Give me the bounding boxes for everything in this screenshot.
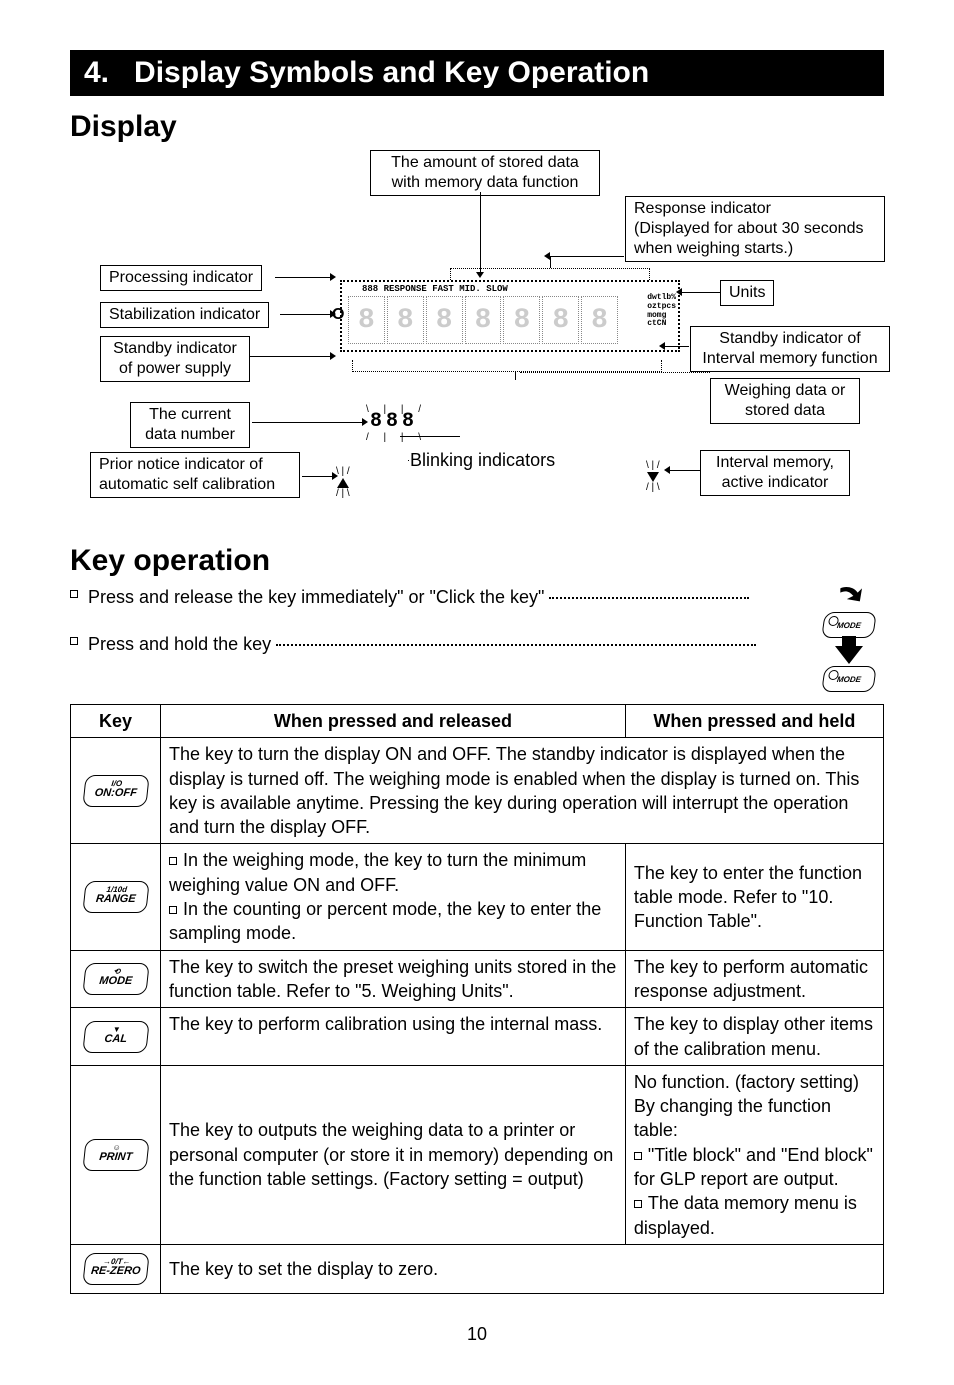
label-blinking: Blinking indicators [410,450,555,471]
keyop-press-release: Press and release the key immediately" o… [70,584,814,611]
table-row: →0/T← RE-ZERO The key to set the display… [71,1244,884,1293]
label-response-indicator: Response indicator (Displayed for about … [625,196,885,262]
table-row: 1/10d RANGE In the weighing mode, the ke… [71,844,884,950]
label-stabilization: Stabilization indicator [100,302,269,328]
th-key: Key [71,705,161,738]
label-prior-notice: Prior notice indicator of automatic self… [90,452,300,498]
mode-key-illustration: MODE MODE [814,584,884,692]
onoff-key-icon: I/O ON:OFF [82,775,149,807]
display-heading: Display [70,110,884,144]
cell-cal-held: The key to display other items of the ca… [625,1008,883,1066]
blinking-triangle-left: \ | / / | \ [336,468,350,498]
list-bullet-icon [634,1152,642,1160]
cell-print-pressed: The key to outputs the weighing data to … [161,1065,626,1244]
th-pressed: When pressed and released [161,705,626,738]
label-stored-data: The amount of stored data with memory da… [370,150,600,196]
section-title: Display Symbols and Key Operation [134,56,649,89]
cell-mode-held: The key to perform automatic response ad… [625,950,883,1008]
dotted-bracket [450,268,650,280]
label-standby-power: Standby indicator of power supply [100,336,250,382]
mode-button-icon: MODE [821,666,877,692]
cell-mode-pressed: The key to switch the preset weighing un… [161,950,626,1008]
table-row: I/O ON:OFF The key to turn the display O… [71,738,884,844]
cell-range-pressed: In the weighing mode, the key to turn th… [161,844,626,950]
table-row: ☺ PRINT The key to outputs the weighing … [71,1065,884,1244]
lcd-unit-labels: dwtlb% oztpcs momg ctCN [647,294,676,329]
section-banner: 4. Display Symbols and Key Operation [70,50,884,96]
label-weighing-data: Weighing data or stored data [710,378,860,424]
label-standby-interval: Standby indicator of Interval memory fun… [690,326,890,372]
cell-onoff-desc: The key to turn the display ON and OFF. … [161,738,884,844]
rezero-key-icon: →0/T← RE-ZERO [82,1253,149,1285]
label-processing: Processing indicator [100,265,262,291]
cell-rezero-desc: The key to set the display to zero. [161,1244,884,1293]
cal-key-icon: ▼ CAL [82,1021,149,1053]
lcd-top-row: 888 RESPONSE FAST MID. SLOW [362,284,508,294]
print-key-icon: ☺ PRINT [82,1139,149,1171]
cell-print-held: No function. (factory setting) By changi… [625,1065,883,1244]
table-row: ▼ CAL The key to perform calibration usi… [71,1008,884,1066]
th-held: When pressed and held [625,705,883,738]
list-bullet-icon [169,906,177,914]
lcd-digits [348,296,618,344]
keyop-press-hold: Press and hold the key [70,631,814,658]
arrow [480,192,481,272]
label-interval-active: Interval memory, active indicator [700,450,850,496]
page-number: 10 [70,1324,884,1345]
bullet-icon [70,590,78,598]
section-number: 4. [84,56,109,89]
lcd-display: 888 RESPONSE FAST MID. SLOW dwtlb% oztpc… [340,280,680,352]
label-current-num: The current data number [130,402,250,448]
mode-key-icon: ⟲ MODE [82,963,149,995]
key-function-table: Key When pressed and released When press… [70,704,884,1294]
label-units: Units [720,280,774,306]
cell-cal-pressed: The key to perform calibration using the… [161,1008,626,1066]
display-diagram: The amount of stored data with memory da… [70,150,884,530]
blinking-triangle-right: \ | / / | \ [646,462,660,492]
keyop-heading: Key operation [70,544,884,578]
mode-button-icon: MODE [821,612,877,638]
range-key-icon: 1/10d RANGE [82,881,149,913]
arrow-click-icon [836,584,862,610]
list-bullet-icon [169,857,177,865]
table-row: ⟲ MODE The key to switch the preset weig… [71,950,884,1008]
list-bullet-icon [634,1200,642,1208]
bullet-icon [70,637,78,645]
arrow-hold-icon [835,646,863,664]
cell-range-held: The key to enter the function table mode… [625,844,883,950]
